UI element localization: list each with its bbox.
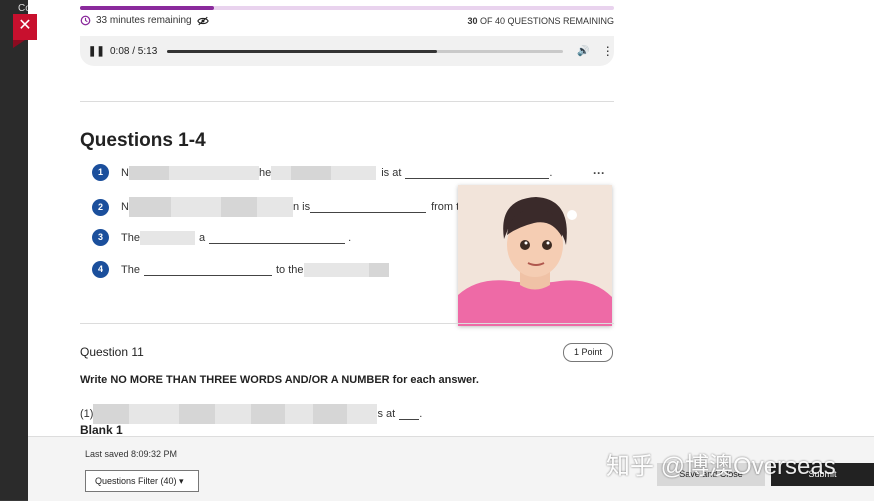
- audio-player: ❚❚ 0:08 / 5:13 🔊 ⋮: [80, 36, 614, 66]
- question-number: 2: [92, 198, 109, 216]
- redacted-text: [291, 165, 332, 180]
- question-11-label: Question 11: [80, 345, 144, 359]
- timer: 33 minutes remaining: [80, 15, 209, 26]
- redacted-text: [256, 197, 293, 217]
- timer-text: 33 minutes remaining: [96, 15, 192, 26]
- divider: [80, 323, 614, 324]
- redacted-text: [238, 165, 259, 180]
- redacted-text: [323, 262, 369, 277]
- avatar-illustration: [458, 185, 612, 326]
- question-instruction: Write NO MORE THAN THREE WORDS AND/OR A …: [80, 374, 479, 386]
- answer-blank[interactable]: [310, 201, 427, 213]
- progress-bar: [80, 6, 614, 10]
- redacted-text: [313, 404, 348, 424]
- questions-heading: Questions 1-4: [80, 130, 206, 151]
- question-row-4: 4 The to the: [92, 261, 389, 278]
- redacted-text: [170, 197, 221, 217]
- close-button[interactable]: ✕: [13, 14, 37, 48]
- point-badge: 1 Point: [563, 343, 613, 362]
- question-text-end: .: [348, 231, 352, 244]
- volume-icon[interactable]: 🔊: [577, 46, 589, 57]
- redacted-text: [368, 262, 389, 277]
- clock-icon: [80, 15, 91, 26]
- question-row-2: 2 N n is from the: [92, 197, 471, 217]
- webcam-video: [458, 185, 612, 326]
- audio-seek-fill: [167, 49, 437, 53]
- question-text-mid: a: [198, 231, 206, 244]
- question-text-prefix: N: [121, 166, 129, 179]
- question-text-end: .: [549, 166, 553, 179]
- last-saved: Last saved 8:09:32 PM: [85, 449, 178, 459]
- chevron-down-icon: ▾: [179, 475, 184, 486]
- redacted-text: [129, 404, 180, 424]
- answer-line: (1) s at .: [80, 404, 422, 424]
- question-text-prefix: N: [121, 201, 129, 213]
- remaining-text: OF 40 QUESTIONS REMAINING: [479, 16, 614, 26]
- close-icon: ✕: [18, 17, 32, 34]
- answer-end: .: [419, 408, 423, 420]
- redacted-text: [179, 404, 216, 424]
- answer-blank[interactable]: [405, 167, 550, 179]
- question-text-mid: he: [258, 166, 272, 179]
- blank-label: Blank 1: [80, 423, 123, 436]
- redacted-text: [285, 404, 314, 424]
- questions-remaining: 30 OF 40 QUESTIONS REMAINING: [467, 16, 614, 26]
- audio-time: 0:08 / 5:13: [110, 45, 158, 57]
- answer-blank[interactable]: [209, 232, 346, 244]
- more-options-icon[interactable]: ⋮: [602, 44, 614, 58]
- question-number: 4: [92, 261, 109, 278]
- redacted-text: [128, 165, 169, 180]
- question-row-1: 1 N he is at .: [92, 164, 552, 181]
- redacted-text: [303, 262, 324, 277]
- redacted-text: [331, 165, 377, 180]
- question-text-mid: to the: [275, 263, 304, 276]
- redacted-text: [93, 404, 130, 424]
- redacted-text: [347, 404, 378, 424]
- question-number: 3: [92, 229, 109, 246]
- progress-fill: [80, 6, 214, 10]
- test-panel: 33 minutes remaining 30 OF 40 QUESTIONS …: [28, 0, 632, 436]
- redacted-text: [168, 165, 239, 180]
- answer-prefix: (1): [80, 408, 94, 420]
- redacted-text: [271, 165, 292, 180]
- background-right: [632, 0, 874, 500]
- question-number: 1: [92, 164, 109, 181]
- question-text-prefix: The: [121, 231, 140, 244]
- redacted-text: [215, 404, 252, 424]
- watermark: 知乎 @博澳Overseas: [606, 453, 836, 480]
- remaining-count: 30: [467, 16, 478, 26]
- audio-seek-bar[interactable]: [167, 49, 564, 53]
- answer-blank[interactable]: [399, 408, 420, 420]
- answer-blank[interactable]: [143, 264, 272, 276]
- question-text-suffix: is at: [381, 166, 402, 179]
- answer-mid: s at: [377, 408, 396, 420]
- redacted-text: [128, 197, 171, 217]
- questions-filter-button[interactable]: Questions Filter (40) ▾: [85, 470, 199, 492]
- divider: [80, 101, 614, 102]
- redacted-text: [251, 404, 286, 424]
- redacted-text: [139, 230, 195, 245]
- filter-label: Questions Filter (40): [95, 475, 177, 486]
- hide-timer-icon[interactable]: [196, 16, 209, 26]
- question-text-prefix: The: [121, 263, 140, 276]
- more-icon[interactable]: ···: [593, 166, 605, 180]
- background-left: [0, 0, 28, 500]
- question-row-3: 3 The a .: [92, 229, 351, 246]
- redacted-text: [220, 197, 257, 217]
- pause-icon[interactable]: ❚❚: [88, 46, 105, 57]
- question-text-mid: n is: [292, 201, 311, 213]
